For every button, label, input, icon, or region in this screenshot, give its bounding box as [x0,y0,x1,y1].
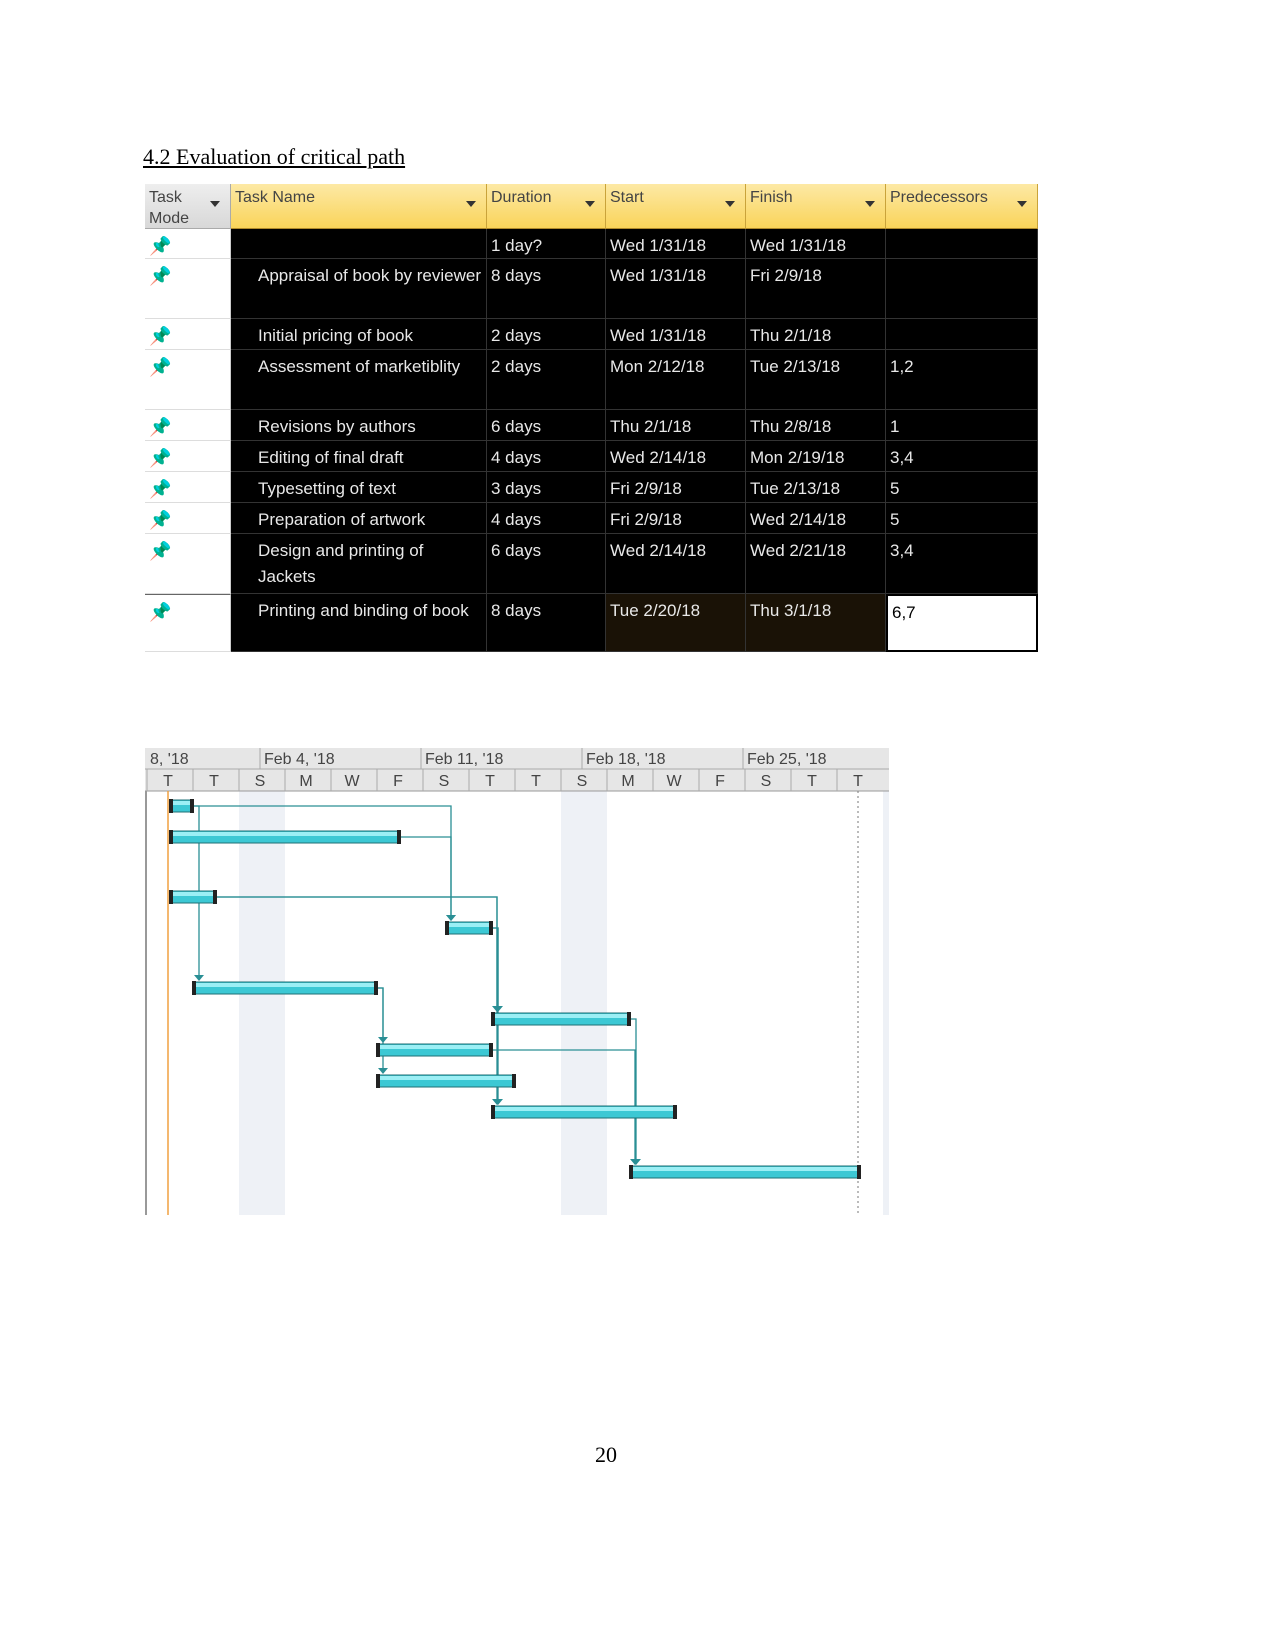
bar-start-marker [376,1043,380,1057]
bar-start-marker [445,921,449,935]
day-label: S [761,773,772,790]
bar-start-marker [376,1074,380,1088]
bar-end-marker [627,1012,631,1026]
week-label: 8, '18 [150,751,189,768]
day-label: W [666,773,682,790]
day-label: M [299,773,312,790]
bar-start-marker [192,981,196,995]
day-label: T [853,773,863,790]
task-bar-highlight [171,801,192,805]
task-bar-highlight [378,1045,491,1049]
bar-start-marker [491,1105,495,1119]
bar-end-marker [489,1043,493,1057]
bar-start-marker [169,799,173,813]
day-label: T [807,773,817,790]
nonworking-shading [883,791,889,1215]
gantt-chart: 8, '18 Feb 4, '18 Feb 11, '18 Feb 18, '18 Fe… [145,748,889,1215]
task-bar-highlight [493,1014,629,1018]
day-label: S [577,773,588,790]
task-bar-highlight [194,983,376,987]
task-bar-highlight [171,832,399,836]
day-label: F [715,773,725,790]
bar-end-marker [213,890,217,904]
bar-end-marker [397,830,401,844]
day-label: T [209,773,219,790]
task-bar-highlight [447,923,491,927]
bar-end-marker [857,1165,861,1179]
document-page: 4.2 Evaluation of critical path Task Mod… [0,0,1275,1650]
bar-start-marker [169,830,173,844]
day-label: T [485,773,495,790]
task-bar-highlight [378,1076,514,1080]
page-number: 20 [595,1442,617,1467]
week-label: Feb 18, '18 [586,751,666,768]
bar-start-marker [629,1165,633,1179]
bar-start-marker [491,1012,495,1026]
bar-start-marker [169,890,173,904]
week-label: Feb 4, '18 [264,751,335,768]
week-label: Feb 25, '18 [747,751,827,768]
day-label: T [163,773,173,790]
day-label: M [621,773,634,790]
week-label: Feb 11, '18 [425,751,503,768]
bar-end-marker [673,1105,677,1119]
nonworking-shading [239,791,285,1215]
nonworking-shading [561,791,607,1215]
bar-end-marker [512,1074,516,1088]
day-label: T [531,773,541,790]
task-bar-highlight [493,1107,675,1111]
bar-end-marker [190,799,194,813]
task-bar-highlight [631,1167,859,1171]
day-label: S [255,773,266,790]
day-label: W [344,773,360,790]
day-label: S [439,773,450,790]
bar-end-marker [374,981,378,995]
bar-end-marker [489,921,493,935]
task-bar-highlight [171,892,215,896]
day-label: F [393,773,403,790]
